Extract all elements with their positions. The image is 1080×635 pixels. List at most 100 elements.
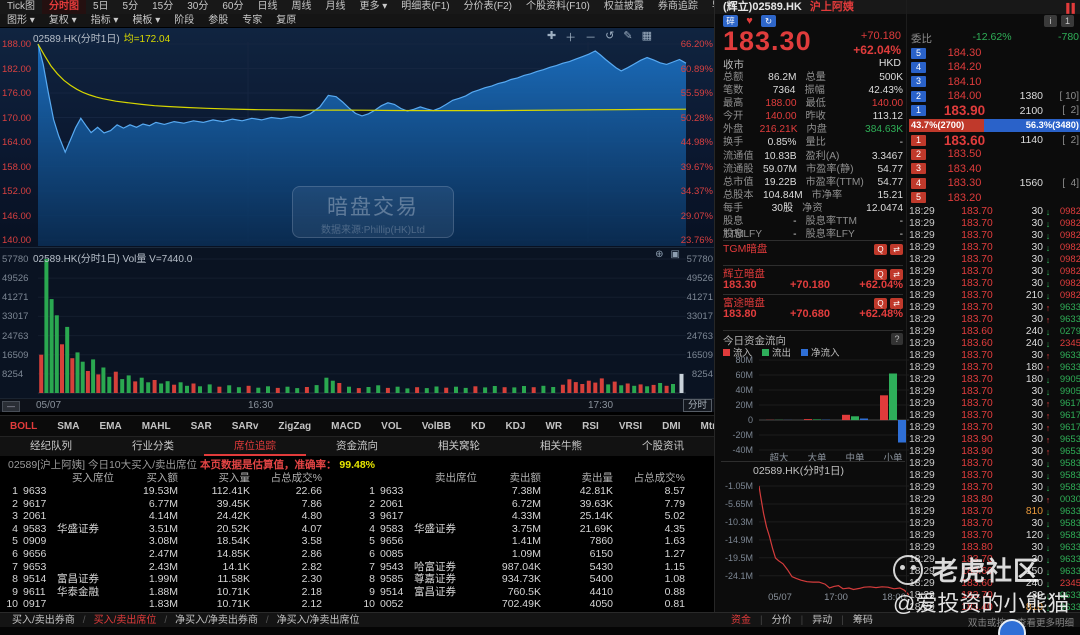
- analysis-tab[interactable]: 经纪队列: [0, 437, 102, 456]
- tape-row[interactable]: 18:29 183.60 150 ↓ 9633: [909, 566, 1080, 578]
- indicator-item[interactable]: DMI: [652, 421, 690, 432]
- toolbar-menu-item[interactable]: 个股资料(F10): [519, 0, 597, 14]
- toolbar-chart-item[interactable]: 复原: [269, 14, 303, 28]
- analysis-tab[interactable]: 行业分类: [102, 437, 204, 456]
- tape-row[interactable]: 18:29 183.80 30 ↓ 9633: [909, 542, 1080, 554]
- table-row[interactable]: 1 9633 19.53M 112.41K 22.66: [0, 485, 322, 498]
- tape-row[interactable]: 18:29 183.90 30 ↑ 9653: [909, 446, 1080, 458]
- volume-chart[interactable]: 02589.HK(分时1日) Vol量 V=7440.0 ⊕ ▣ 57780 577…: [0, 247, 714, 398]
- mini-panel-tab[interactable]: 异动: [803, 613, 841, 628]
- bid-row[interactable]: 1 183.60 1140 [ 2]: [911, 133, 1079, 148]
- toolbar-chart-item[interactable]: 复权 ▾: [42, 14, 84, 28]
- tape-row[interactable]: 18:29 183.70 30 ↓ 0982: [909, 254, 1080, 266]
- indicator-item[interactable]: KD: [461, 421, 495, 432]
- tape-row[interactable]: 18:29 183.70 120 ↓ 9583: [909, 530, 1080, 542]
- indicator-item[interactable]: RSI: [572, 421, 609, 432]
- tape-row[interactable]: 18:29 183.70 30 ↓ 0982: [909, 242, 1080, 254]
- volume-chart-canvas[interactable]: [0, 248, 714, 399]
- tape-row[interactable]: 18:29 183.70 30 ↓ 9583: [909, 518, 1080, 530]
- ask-row[interactable]: 5 184.30: [911, 46, 1079, 60]
- table-row[interactable]: 8 9585 尊嘉证券 934.73K 5400 1.08: [357, 573, 685, 586]
- table-row[interactable]: 10 0917 1.83M 10.71K 2.12: [0, 598, 322, 611]
- indicator-item[interactable]: BOLL: [0, 421, 47, 432]
- tape-row[interactable]: 18:29 183.70 210 ↓ 0982: [909, 290, 1080, 302]
- table-row[interactable]: 2 9617 6.77M 39.45K 7.86: [0, 498, 322, 511]
- toolbar-period-item[interactable]: 日线: [250, 0, 284, 14]
- indicator-item[interactable]: VRSI: [609, 421, 652, 432]
- search-icon[interactable]: Q: [874, 298, 887, 309]
- chart-tool-icon[interactable]: ↺: [605, 29, 614, 45]
- tape-row[interactable]: 18:29 183.70 30 ↓ 0982: [909, 206, 1080, 218]
- bid-row[interactable]: 2 183.50: [911, 147, 1079, 161]
- tape-row[interactable]: 18:29 183.60 240 ↓ 2345: [909, 578, 1080, 590]
- table-row[interactable]: 9 9514 富昌证券 760.5K 4410 0.88: [357, 586, 685, 599]
- tape-row[interactable]: 18:29 183.70 30 ↓ 9633: [909, 590, 1080, 602]
- toolbar-chart-item[interactable]: 图形 ▾: [0, 14, 42, 28]
- bid-row[interactable]: 5 183.20: [911, 191, 1079, 205]
- toolbar-chart-item[interactable]: 指标 ▾: [84, 14, 126, 28]
- volume-tool-icon[interactable]: ⊕: [655, 249, 663, 260]
- indicator-item[interactable]: WR: [535, 421, 572, 432]
- indicator-item[interactable]: MAHL: [132, 421, 181, 432]
- search-icon[interactable]: Q: [874, 244, 887, 255]
- tape-row[interactable]: 18:29 183.70 30 ↓ 0982: [909, 278, 1080, 290]
- indicator-item[interactable]: VOL: [371, 421, 412, 432]
- toolbar-menu-item[interactable]: 券商追踪: [651, 0, 705, 14]
- tape-row[interactable]: 18:29 183.60 240 ↓ 2345: [909, 338, 1080, 350]
- mini-panel-tab[interactable]: 资金: [722, 613, 760, 628]
- seat-view-tab[interactable]: 净买入/净卖出席位: [269, 613, 368, 628]
- bid-row[interactable]: 4 183.30 1560 [ 4]: [911, 176, 1079, 190]
- toolbar-menu-item[interactable]: 权益披露: [597, 0, 651, 14]
- table-row[interactable]: 5 0909 3.08M 18.54K 3.58: [0, 535, 322, 548]
- pane-splitter-icon[interactable]: —: [2, 401, 20, 412]
- toolbar-period-item[interactable]: 5日: [86, 0, 116, 14]
- seat-view-tab[interactable]: 净买入/净卖出券商: [167, 613, 266, 628]
- tape-row[interactable]: 18:29 183.70 30 ↓ 9905: [909, 386, 1080, 398]
- toolbar-period-item[interactable]: 月线: [318, 0, 352, 14]
- tape-row[interactable]: 18:29 183.70 30 ↑ 9633: [909, 350, 1080, 362]
- bid-row[interactable]: 3 183.40: [911, 162, 1079, 176]
- tape-row[interactable]: 18:29 183.70 30 ↑ 9633: [909, 302, 1080, 314]
- tape-row[interactable]: 18:29 183.70 30 ↓ 9633: [909, 554, 1080, 566]
- chart-tool-icon[interactable]: ✚: [547, 29, 556, 45]
- volume-tool-icon[interactable]: ▣: [671, 249, 680, 260]
- chart-tool-icon[interactable]: ▦: [642, 29, 652, 45]
- toolbar-chart-item[interactable]: 阶段: [167, 14, 201, 28]
- trade-icon[interactable]: ⇄: [890, 298, 903, 309]
- tape-row[interactable]: 18:29 183.70 30 ↑ 9617: [909, 398, 1080, 410]
- analysis-tab[interactable]: 相关窝轮: [408, 437, 510, 456]
- table-row[interactable]: 4 9583 华盛证券 3.51M 20.52K 4.07: [0, 523, 322, 536]
- table-row[interactable]: 1 9633 7.38M 42.81K 8.57: [357, 485, 685, 498]
- tape-row[interactable]: 18:29 183.70 180 ↓ 9905: [909, 374, 1080, 386]
- toolbar-period-item[interactable]: 15分: [145, 0, 180, 14]
- chart-tool-icon[interactable]: ＋: [565, 29, 576, 45]
- toolbar-chart-item[interactable]: 参股: [201, 14, 235, 28]
- seat-view-tab[interactable]: 买入/卖出券商: [4, 613, 83, 628]
- toolbar-period-item[interactable]: 60分: [215, 0, 250, 14]
- indicator-item[interactable]: EMA: [89, 421, 131, 432]
- tape-row[interactable]: 18:29 183.80 30 ↑ 0030: [909, 494, 1080, 506]
- mini-panel-tab[interactable]: 分价: [763, 613, 801, 628]
- tape-row[interactable]: 18:29 183.70 30 ↑ 9633: [909, 314, 1080, 326]
- chart-tool-icon[interactable]: ✎: [623, 29, 632, 45]
- ask-row[interactable]: 1 183.90 2100 [ 2]: [911, 103, 1079, 118]
- tape-row[interactable]: 18:29 183.70 30 ↑ 9617: [909, 410, 1080, 422]
- table-row[interactable]: 6 9656 2.47M 14.85K 2.86: [0, 548, 322, 561]
- table-row[interactable]: 6 0085 1.09M 6150 1.27: [357, 548, 685, 561]
- indicator-item[interactable]: SAR: [181, 421, 222, 432]
- toolbar-chart-item[interactable]: 专家: [235, 14, 269, 28]
- table-row[interactable]: 4 9583 华盛证券 3.75M 21.69K 4.35: [357, 523, 685, 536]
- toolbar-period-item[interactable]: 周线: [284, 0, 318, 14]
- analysis-tab[interactable]: 个股资讯: [612, 437, 714, 456]
- tape-row[interactable]: 18:29 183.70 30 ↓ 9583: [909, 470, 1080, 482]
- tape-row[interactable]: 18:29 183.70 30 ↓ 0982: [909, 218, 1080, 230]
- toolbar-menu-item[interactable]: 明细表(F1): [394, 0, 456, 14]
- indicator-item[interactable]: MACD: [321, 421, 371, 432]
- tape-row[interactable]: 18:29 183.70 30 ↓ 0982: [909, 230, 1080, 242]
- help-icon[interactable]: ?: [891, 333, 903, 345]
- table-row[interactable]: 7 9543 哈富证券 987.04K 5430 1.15: [357, 561, 685, 574]
- ask-row[interactable]: 3 184.10: [911, 75, 1079, 89]
- chart-tool-icon[interactable]: －: [585, 29, 596, 45]
- tape-row[interactable]: 18:29 183.70 30 ↓ 0982: [909, 266, 1080, 278]
- table-row[interactable]: 3 9617 4.33M 25.14K 5.02: [357, 510, 685, 523]
